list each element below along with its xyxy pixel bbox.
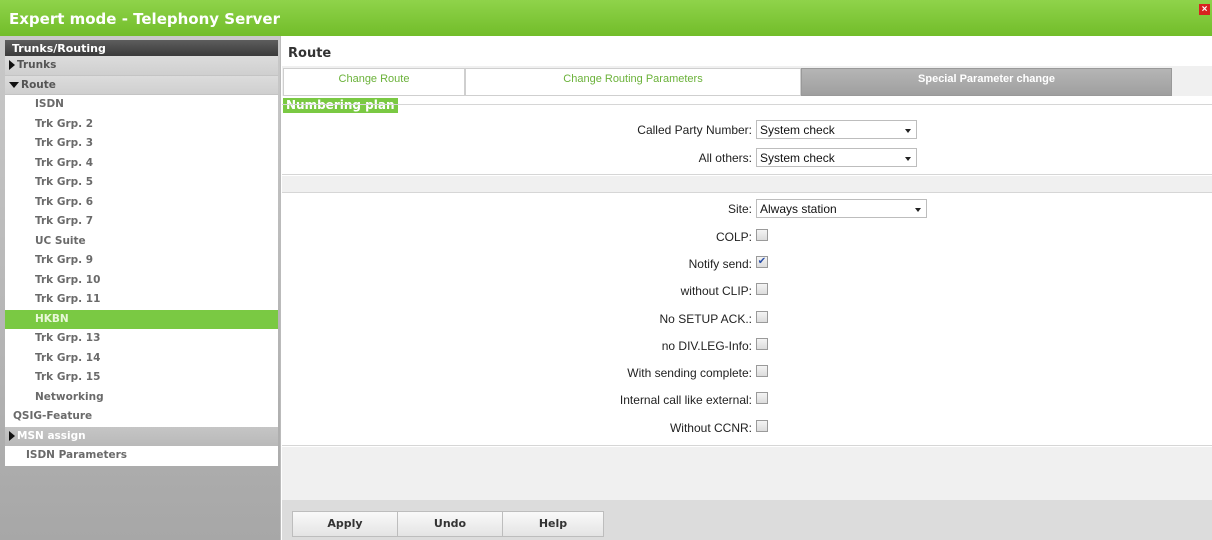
- no-setup-ack-label: No SETUP ACK.:: [659, 312, 752, 326]
- sidebar-item-trunks[interactable]: Trunks: [5, 56, 278, 76]
- sidebar-item-trk-grp-7[interactable]: Trk Grp. 7: [5, 212, 278, 232]
- without-ccnr-label: Without CCNR:: [669, 421, 752, 435]
- help-button[interactable]: Help: [502, 511, 604, 537]
- sidebar-header: Trunks/Routing: [5, 40, 278, 56]
- page-title: Route: [288, 46, 332, 61]
- all-others-row: All others: System check: [282, 148, 1212, 168]
- sidebar-item-route[interactable]: Route: [5, 75, 278, 95]
- sidebar-item-label: Route: [21, 78, 56, 91]
- numbering-plan-panel: Called Party Number: System check All ot…: [282, 104, 1212, 175]
- site-label: Site:: [727, 202, 752, 216]
- sidebar-item-hkbn[interactable]: HKBN: [5, 309, 278, 329]
- all-others-value: System check: [760, 151, 835, 165]
- notify-send-checkbox[interactable]: ✔: [756, 256, 768, 268]
- no-setup-ack-row: No SETUP ACK.:: [282, 309, 1212, 329]
- internal-call-like-external-row: Internal call like external:: [282, 390, 1212, 410]
- all-others-label: All others:: [698, 151, 752, 165]
- no-div-leg-info-label: no DIV.LEG-Info:: [661, 339, 752, 353]
- with-sending-complete-label: With sending complete:: [627, 366, 752, 380]
- sidebar: Trunks/Routing Trunks Route ISDN Trk Grp…: [0, 36, 281, 540]
- sidebar-item-qsig-feature[interactable]: QSIG-Feature: [5, 407, 278, 427]
- main-content: Route Change Route Change Routing Parame…: [282, 36, 1212, 540]
- apply-button[interactable]: Apply: [292, 511, 398, 537]
- without-ccnr-checkbox[interactable]: [756, 420, 768, 432]
- called-party-row: Called Party Number: System check: [282, 120, 1212, 140]
- colp-row: COLP:: [282, 227, 1212, 247]
- site-row: Site: Always station: [282, 199, 1212, 219]
- site-value: Always station: [760, 202, 837, 216]
- internal-call-like-external-label: Internal call like external:: [619, 393, 752, 407]
- without-clip-label: without CLIP:: [680, 284, 752, 298]
- called-party-value: System check: [760, 123, 835, 137]
- tab-special-parameter-change[interactable]: Special Parameter change: [801, 68, 1172, 96]
- sidebar-item-trk-grp-14[interactable]: Trk Grp. 14: [5, 348, 278, 368]
- sidebar-item-trk-grp-6[interactable]: Trk Grp. 6: [5, 192, 278, 212]
- notify-send-label: Notify send:: [688, 257, 752, 271]
- sidebar-item-trk-grp-9[interactable]: Trk Grp. 9: [5, 251, 278, 271]
- sidebar-item-trk-grp-10[interactable]: Trk Grp. 10: [5, 270, 278, 290]
- sidebar-item-label: Trunks: [17, 59, 57, 71]
- without-clip-row: without CLIP:: [282, 281, 1212, 301]
- triangle-right-icon: [9, 430, 15, 441]
- undo-button[interactable]: Undo: [397, 511, 503, 537]
- called-party-label: Called Party Number:: [637, 123, 752, 137]
- sidebar-item-uc-suite[interactable]: UC Suite: [5, 231, 278, 251]
- colp-checkbox[interactable]: [756, 229, 768, 241]
- sidebar-item-trk-grp-5[interactable]: Trk Grp. 5: [5, 173, 278, 193]
- site-select[interactable]: Always station: [756, 199, 927, 218]
- no-setup-ack-checkbox[interactable]: [756, 311, 768, 323]
- no-div-leg-info-row: no DIV.LEG-Info:: [282, 336, 1212, 356]
- colp-label: COLP:: [715, 230, 752, 244]
- called-party-select[interactable]: System check: [756, 120, 917, 139]
- options-panel: Site: Always station COLP: Notify send: …: [282, 192, 1212, 446]
- sidebar-item-msn-assign[interactable]: MSN assign: [5, 426, 278, 446]
- all-others-select[interactable]: System check: [756, 148, 917, 167]
- chevron-down-icon: [905, 157, 911, 161]
- button-bar: Apply Undo Help: [282, 500, 1212, 540]
- notify-send-row: Notify send: ✔: [282, 254, 1212, 274]
- close-icon[interactable]: ×: [1199, 4, 1210, 15]
- triangle-right-icon: [9, 60, 15, 70]
- tab-bar: Change Route Change Routing Parameters S…: [282, 66, 1212, 96]
- sidebar-item-trk-grp-4[interactable]: Trk Grp. 4: [5, 153, 278, 173]
- triangle-down-icon: [9, 81, 19, 88]
- sidebar-item-trk-grp-13[interactable]: Trk Grp. 13: [5, 329, 278, 349]
- sidebar-item-trk-grp-2[interactable]: Trk Grp. 2: [5, 114, 278, 134]
- with-sending-complete-checkbox[interactable]: [756, 365, 768, 377]
- no-div-leg-info-checkbox[interactable]: [756, 338, 768, 350]
- section-separator: [282, 176, 1212, 192]
- tab-change-routing-parameters[interactable]: Change Routing Parameters: [465, 68, 801, 96]
- sidebar-item-isdn-parameters[interactable]: ISDN Parameters: [5, 446, 278, 466]
- sidebar-item-isdn[interactable]: ISDN: [5, 95, 278, 115]
- with-sending-complete-row: With sending complete:: [282, 363, 1212, 383]
- sidebar-item-trk-grp-11[interactable]: Trk Grp. 11: [5, 290, 278, 310]
- without-clip-checkbox[interactable]: [756, 283, 768, 295]
- without-ccnr-row: Without CCNR:: [282, 418, 1212, 438]
- internal-call-like-external-checkbox[interactable]: [756, 392, 768, 404]
- lower-separator: [282, 447, 1212, 500]
- chevron-down-icon: [915, 208, 921, 212]
- sidebar-item-label: MSN assign: [17, 429, 86, 442]
- title-bar: Expert mode - Telephony Server ×: [0, 0, 1212, 36]
- chevron-down-icon: [905, 129, 911, 133]
- sidebar-item-trk-grp-15[interactable]: Trk Grp. 15: [5, 368, 278, 388]
- sidebar-nav: Trunks Route ISDN Trk Grp. 2 Trk Grp. 3 …: [5, 56, 278, 466]
- window-title: Expert mode - Telephony Server: [9, 10, 280, 28]
- sidebar-item-trk-grp-3[interactable]: Trk Grp. 3: [5, 134, 278, 154]
- tab-change-route[interactable]: Change Route: [283, 68, 465, 96]
- sidebar-item-networking[interactable]: Networking: [5, 387, 278, 407]
